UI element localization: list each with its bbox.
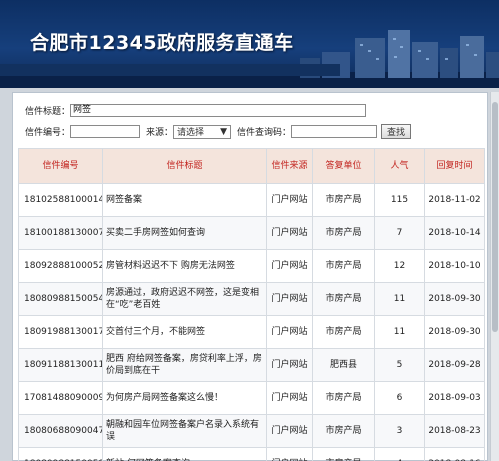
letter-title-link[interactable]: 新站 何网签备案查询 (102, 447, 267, 461)
letter-number: 18080988150059 (18, 447, 103, 461)
view-count: 11 (374, 282, 425, 316)
table-row[interactable]: 18080988150054 房源通过，政府迟迟不网签，这是变相在“吃”老百姓 … (18, 282, 485, 316)
letter-title-link[interactable]: 朝融和园车位网签备案户名录入系统有误 (102, 414, 267, 448)
header-date: 回复时间 (424, 148, 485, 184)
source-label: 来源： (146, 128, 174, 138)
site-banner: 合肥市12345政府服务直通车 (0, 0, 499, 88)
reply-date: 2018-08-23 (424, 414, 485, 448)
query-code-label: 信件查询码： (237, 128, 292, 138)
letter-source: 门户网站 (266, 447, 313, 461)
table-row[interactable]: 18080988150059 新站 何网签备案查询 门户网站 市房产局 4 20… (18, 447, 485, 461)
view-count: 11 (374, 315, 425, 349)
header-unit: 答复单位 (312, 148, 375, 184)
letter-title-link[interactable]: 房管材料迟迟不下 购房无法网签 (102, 249, 267, 283)
view-count: 4 (374, 447, 425, 461)
letter-source: 门户网站 (266, 315, 313, 349)
header-source: 信件来源 (266, 148, 313, 184)
reply-unit: 市房产局 (312, 282, 375, 316)
letter-title-link[interactable]: 房源通过，政府迟迟不网签，这是变相在“吃”老百姓 (102, 282, 267, 316)
letter-source: 门户网站 (266, 414, 313, 448)
site-title: 合肥市12345政府服务直通车 (30, 32, 294, 54)
table-row[interactable]: 18080688090047 朝融和园车位网签备案户名录入系统有误 门户网站 市… (18, 414, 485, 448)
number-input[interactable] (70, 125, 141, 138)
letter-number: 18080688090047 (18, 414, 103, 448)
number-label: 信件编号： (25, 128, 71, 138)
header-number: 信件编号 (18, 148, 103, 184)
reply-unit: 市房产局 (312, 447, 375, 461)
reply-date: 2018-08-16 (424, 447, 485, 461)
letter-source: 门户网站 (266, 282, 313, 316)
view-count: 3 (374, 414, 425, 448)
letter-list-panel: 信件标题： 网签 信件编号： 来源： 请选择 ▼ 信件查询码： 查找 信件编号 … (12, 92, 488, 461)
reply-unit: 市房产局 (312, 249, 375, 283)
table-header-row: 信件编号 信件标题 信件来源 答复单位 人气 回复时间 (18, 148, 485, 184)
letter-number: 18080988150054 (18, 282, 103, 316)
letter-title-link[interactable]: 为何房产局网签备案这么慢！ (102, 381, 267, 415)
table-row[interactable]: 18092888100052 房管材料迟迟不下 购房无法网签 门户网站 市房产局… (18, 249, 485, 283)
table-row[interactable]: 18100188130007 买卖二手房网签如何查询 门户网站 市房产局 7 2… (18, 216, 485, 250)
reply-unit: 市房产局 (312, 315, 375, 349)
table-row[interactable]: 17081488090009 为何房产局网签备案这么慢！ 门户网站 市房产局 6… (18, 381, 485, 415)
reply-date: 2018-10-14 (424, 216, 485, 250)
reply-date: 2018-11-02 (424, 183, 485, 217)
source-select-value: 请选择 (177, 128, 205, 138)
reply-unit: 肥西县 (312, 348, 375, 382)
letter-number: 18091988130017 (18, 315, 103, 349)
letter-source: 门户网站 (266, 249, 313, 283)
search-form: 信件标题： 网签 信件编号： 来源： 请选择 ▼ 信件查询码： 查找 (13, 93, 487, 143)
header-views: 人气 (374, 148, 425, 184)
view-count: 12 (374, 249, 425, 283)
page-scrollbar[interactable] (490, 92, 499, 461)
letter-source: 门户网站 (266, 348, 313, 382)
reply-date: 2018-09-03 (424, 381, 485, 415)
reply-date: 2018-09-30 (424, 282, 485, 316)
view-count: 5 (374, 348, 425, 382)
letter-title-link[interactable]: 买卖二手房网签如何查询 (102, 216, 267, 250)
table-row[interactable]: 18102588100014 网签备案 门户网站 市房产局 115 2018-1… (18, 183, 485, 217)
reply-unit: 市房产局 (312, 216, 375, 250)
title-input[interactable]: 网签 (70, 104, 367, 117)
table-row[interactable]: 18091188130011 肥西 府给网签备案，房贷利率上浮，房价局到底在干 … (18, 348, 485, 382)
view-count: 6 (374, 381, 425, 415)
search-button[interactable]: 查找 (381, 124, 412, 139)
letter-number: 18092888100052 (18, 249, 103, 283)
letter-source: 门户网站 (266, 216, 313, 250)
letter-source: 门户网站 (266, 381, 313, 415)
view-count: 115 (374, 183, 425, 217)
letters-table: 信件编号 信件标题 信件来源 答复单位 人气 回复时间 181025881000… (18, 148, 485, 461)
source-select[interactable]: 请选择 ▼ (173, 124, 232, 139)
reply-unit: 市房产局 (312, 381, 375, 415)
table-row[interactable]: 18091988130017 交首付三个月，不能网签 门户网站 市房产局 11 … (18, 315, 485, 349)
scrollbar-thumb[interactable] (492, 102, 498, 332)
reply-date: 2018-10-10 (424, 249, 485, 283)
letter-number: 17081488090009 (18, 381, 103, 415)
view-count: 7 (374, 216, 425, 250)
letter-number: 18100188130007 (18, 216, 103, 250)
letter-number: 18091188130011 (18, 348, 103, 382)
letter-source: 门户网站 (266, 183, 313, 217)
reply-date: 2018-09-28 (424, 348, 485, 382)
letter-title-link[interactable]: 肥西 府给网签备案，房贷利率上浮，房价局到底在干 (102, 348, 267, 382)
reply-unit: 市房产局 (312, 414, 375, 448)
letter-title-link[interactable]: 交首付三个月，不能网签 (102, 315, 267, 349)
title-label: 信件标题： (25, 107, 71, 117)
query-code-input[interactable] (291, 125, 378, 138)
chevron-down-icon: ▼ (220, 126, 228, 137)
reply-date: 2018-09-30 (424, 315, 485, 349)
letter-number: 18102588100014 (18, 183, 103, 217)
letter-title-link[interactable]: 网签备案 (102, 183, 267, 217)
reply-unit: 市房产局 (312, 183, 375, 217)
header-title: 信件标题 (102, 148, 267, 184)
